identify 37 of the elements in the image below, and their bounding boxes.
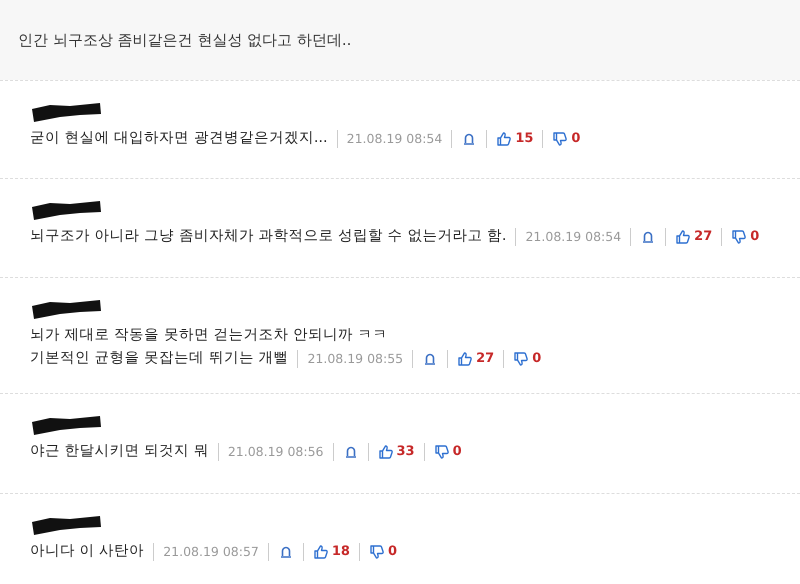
redaction-mark (30, 514, 102, 536)
thumbs-up-icon (496, 130, 512, 146)
like-button[interactable]: 18 (312, 544, 350, 560)
comment-text: 뇌가 제대로 작동을 못하면 걷는거조차 안되니까 ㅋㅋ (30, 326, 389, 345)
post-text: 인간 뇌구조상 좀비같은건 현실성 없다고 하던데.. (18, 30, 352, 50)
redaction-mark (30, 101, 102, 123)
dislike-button[interactable]: 0 (368, 544, 398, 560)
dislike-button[interactable]: 0 (434, 444, 462, 460)
like-button[interactable]: 27 (457, 350, 494, 366)
redaction-mark (30, 298, 102, 320)
thumbs-up-icon (312, 544, 329, 560)
redaction-mark (30, 199, 102, 221)
comment-text: 아니다 이 사탄아 (30, 542, 144, 561)
comment-text: 기본적인 균형을 못잡는데 뛰기는 개뻘 (30, 349, 288, 368)
thumbs-up-icon (675, 228, 692, 244)
like-button[interactable]: 15 (496, 130, 534, 146)
comment-time: 21.08.19 08:54 (525, 229, 622, 244)
comment-text: 굳이 현실에 대입하자면 광견병같은거겠지... (30, 129, 328, 148)
dislike-button[interactable]: 0 (731, 228, 760, 244)
comment-text: 야근 한달시키면 되것지 뭐 (30, 442, 209, 461)
comment-time: 21.08.19 08:54 (346, 131, 442, 146)
like-button[interactable]: 33 (378, 444, 415, 460)
thumbs-down-icon (731, 228, 748, 244)
redaction-mark (30, 414, 102, 436)
comment-time: 21.08.19 08:57 (163, 544, 259, 559)
dislike-button[interactable]: 0 (513, 350, 542, 366)
comment-text: 뇌구조가 아니라 그냥 좀비자체가 과학적으로 성립할 수 없는거라고 함. (30, 227, 506, 246)
comment-time: 21.08.19 08:55 (307, 351, 404, 366)
thumbs-up-icon (457, 350, 474, 366)
thumbs-down-icon (368, 544, 385, 560)
comment-time: 21.08.19 08:56 (228, 444, 324, 459)
thumbs-down-icon (552, 130, 568, 146)
dislike-button[interactable]: 0 (552, 130, 580, 146)
like-button[interactable]: 27 (675, 228, 712, 244)
thumbs-up-icon (378, 444, 394, 460)
thumbs-down-icon (513, 350, 530, 366)
thumbs-down-icon (434, 444, 450, 460)
